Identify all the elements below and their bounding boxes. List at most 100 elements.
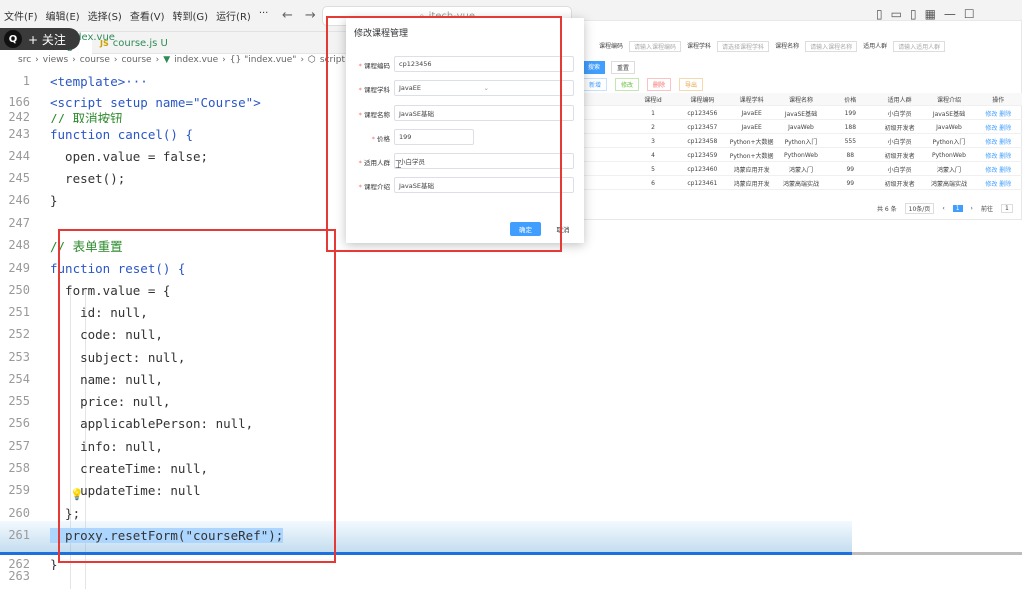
js-file-icon: JS bbox=[100, 38, 109, 48]
code-line[interactable]: 242 // 取消按钮 bbox=[0, 111, 122, 123]
code-line[interactable]: 245 reset(); bbox=[0, 167, 125, 189]
layout-grid-icon[interactable]: ▦ bbox=[925, 7, 936, 21]
add-button[interactable]: 新增 bbox=[583, 78, 608, 91]
code-line[interactable]: 257 info: null, bbox=[0, 435, 163, 457]
crumb-file[interactable]: index.vue bbox=[174, 55, 218, 69]
code-line[interactable]: 253 subject: null, bbox=[0, 346, 185, 368]
price-input[interactable]: 199 bbox=[394, 129, 474, 145]
code-line[interactable]: 258 createTime: null, bbox=[0, 457, 208, 479]
search-button[interactable]: 搜索 bbox=[583, 61, 606, 74]
prev-page-icon[interactable]: ‹ bbox=[942, 205, 944, 212]
goto-input[interactable]: 1 bbox=[1000, 204, 1013, 213]
mouse-cursor-icon: ⌶ bbox=[395, 158, 402, 171]
code-line[interactable]: 254 name: null, bbox=[0, 368, 163, 390]
forward-button[interactable]: → bbox=[305, 8, 316, 23]
code-line[interactable]: 251 id: null, bbox=[0, 301, 148, 323]
code-line[interactable]: 1 <template>··· bbox=[0, 70, 148, 92]
page-number[interactable]: 1 bbox=[952, 205, 963, 212]
code-line[interactable]: 262 } bbox=[0, 558, 57, 570]
table-row[interactable]: 5 cp123460 鸿蒙应用开发 鸿蒙入门 99 小白学员 鸿蒙入门 修改 删除 bbox=[579, 163, 1022, 176]
reset-button[interactable]: 重置 bbox=[611, 61, 636, 74]
menu-run[interactable]: 运行(R) bbox=[216, 8, 251, 23]
crumb-sep: › bbox=[300, 55, 305, 65]
total-count: 共 6 条 bbox=[877, 206, 897, 213]
tab-course-js[interactable]: JS course.js U bbox=[92, 32, 182, 54]
menu-more[interactable]: ··· bbox=[259, 8, 269, 23]
code-line[interactable]: 243 function cancel() { bbox=[0, 123, 193, 145]
name-filter-input[interactable]: 请输入课程名称 bbox=[805, 41, 858, 52]
crumb-sep: › bbox=[35, 55, 39, 65]
goto-label: 前往 bbox=[980, 206, 993, 213]
code-line-selected[interactable]: 261 proxy.resetForm("courseRef"); bbox=[0, 524, 284, 546]
crumb-src[interactable]: src bbox=[18, 55, 31, 69]
chevron-down-icon: ⌄ bbox=[483, 84, 489, 92]
code-line[interactable]: 244 open.value = false; bbox=[0, 145, 208, 167]
crumb-course[interactable]: course bbox=[80, 55, 110, 69]
page-size-select[interactable]: 10条/页 bbox=[904, 203, 935, 214]
code-filter-input[interactable]: 请输入课程编码 bbox=[629, 41, 682, 52]
crumb-module[interactable]: {} "index.vue" bbox=[230, 55, 297, 69]
filter-label: 课程学科 bbox=[687, 43, 712, 50]
confirm-button[interactable]: 确定 bbox=[510, 222, 541, 236]
crumb-course-2[interactable]: course bbox=[121, 55, 151, 69]
code-line[interactable]: 250 form.value = { bbox=[0, 279, 170, 301]
menu-view[interactable]: 查看(V) bbox=[130, 8, 165, 23]
code-line[interactable]: 248 // 表单重置 bbox=[0, 234, 122, 256]
course-info-input[interactable]: JavaSE基础 bbox=[394, 177, 574, 193]
delete-button[interactable]: 删除 bbox=[647, 78, 672, 91]
crumb-sep: › bbox=[155, 55, 160, 65]
course-management-page: 课程编码 请输入课程编码 课程学科 请选择课程学科 课程名称 请输入课程名称 适… bbox=[578, 20, 1022, 220]
pagination: 共 6 条 10条/页 ‹ 1 › 前往 1 bbox=[877, 203, 1013, 214]
menu-select[interactable]: 选择(S) bbox=[88, 8, 122, 23]
maximize-icon[interactable]: ☐ bbox=[964, 7, 975, 21]
follow-label: + 关注 bbox=[28, 32, 66, 47]
table-row[interactable]: 3 cp123458 Python+大数据 Python入门 555 小白学员 Python… bbox=[579, 135, 1022, 148]
cancel-button[interactable]: 取消 bbox=[552, 222, 574, 236]
layout-secondary-icon[interactable]: ▯ bbox=[910, 7, 917, 21]
table-row[interactable]: 4 cp123459 Python+大数据 PythonWeb 88 初级开发者 Pytho… bbox=[579, 149, 1022, 162]
table-row[interactable]: 1 cp123456 JavaEE JavaSE基础 199 小白学员 JavaSE基础 修改… bbox=[579, 107, 1022, 120]
back-button[interactable]: ← bbox=[282, 8, 293, 23]
code-line[interactable]: 247 bbox=[0, 212, 50, 234]
menu-edit[interactable]: 编辑(E) bbox=[46, 8, 80, 23]
filter-label: 课程编码 bbox=[599, 43, 624, 50]
table-row[interactable]: 2 cp123457 JavaEE JavaWeb 188 初级开发者 JavaWeb 修改 … bbox=[579, 121, 1022, 134]
next-page-icon[interactable]: › bbox=[971, 205, 973, 212]
code-line[interactable]: 246 } bbox=[0, 189, 57, 211]
cube-icon: ⬡ bbox=[308, 55, 316, 65]
course-code-input[interactable]: cp123456 bbox=[394, 56, 574, 72]
menu-goto[interactable]: 转到(G) bbox=[173, 8, 209, 23]
course-name-field: * 课程名称 JavaSE基础 bbox=[346, 105, 584, 123]
course-subject-select[interactable]: JavaEE ⌄ bbox=[394, 80, 574, 96]
progress-bar-remaining[interactable] bbox=[852, 552, 1022, 555]
person-filter-input[interactable]: 请输入适用人群 bbox=[893, 41, 946, 52]
code-line[interactable]: 263 bbox=[0, 570, 50, 582]
code-line[interactable]: 166 <script setup name="Course"> bbox=[0, 91, 260, 113]
vue-icon: ▼ bbox=[163, 55, 171, 65]
code-line[interactable]: 249 function reset() { bbox=[0, 257, 185, 279]
crumb-script[interactable]: script bbox=[320, 55, 345, 69]
minimize-icon[interactable]: — bbox=[944, 7, 956, 21]
follow-button[interactable]: Q + 关注 bbox=[0, 28, 80, 50]
table-row[interactable]: 6 cp123461 鸿蒙应用开发 鸿蒙高端实战 99 初级开发者 鸿蒙高端实战 修改 删除 bbox=[579, 177, 1022, 190]
code-line[interactable]: 255 price: null, bbox=[0, 390, 170, 412]
breadcrumb: src › views › course › course › ▼ index.… bbox=[18, 55, 382, 69]
edit-button[interactable]: 修改 bbox=[615, 78, 640, 91]
layout-panel-icon[interactable]: ▭ bbox=[891, 7, 902, 21]
code-line[interactable]: 252 code: null, bbox=[0, 323, 163, 345]
crumb-views[interactable]: views bbox=[43, 55, 68, 69]
applicable-person-input[interactable]: 小白学员 bbox=[394, 153, 574, 169]
code-line[interactable]: 256 applicablePerson: null, bbox=[0, 412, 253, 434]
progress-bar-played[interactable] bbox=[0, 552, 852, 555]
lightbulb-icon[interactable]: 💡 bbox=[70, 488, 84, 501]
code-line[interactable]: 259 updateTime: null bbox=[0, 479, 200, 501]
export-button[interactable]: 导出 bbox=[679, 78, 704, 91]
subject-filter-select[interactable]: 请选择课程学科 bbox=[717, 41, 770, 52]
course-name-input[interactable]: JavaSE基础 bbox=[394, 105, 574, 121]
course-subject-field: * 课程学科 JavaEE ⌄ bbox=[346, 80, 584, 98]
search-actions: 搜索 重置 bbox=[583, 61, 636, 74]
table-header: 课程id 课程编码 课程学科 课程名称 价格 适用人群 课程介绍 操作 bbox=[579, 93, 1022, 106]
layout-sidebar-icon[interactable]: ▯ bbox=[876, 7, 883, 21]
filter-bar: 课程编码 请输入课程编码 课程学科 请选择课程学科 课程名称 请输入课程名称 适… bbox=[599, 41, 946, 52]
menu-file[interactable]: 文件(F) bbox=[4, 8, 38, 23]
